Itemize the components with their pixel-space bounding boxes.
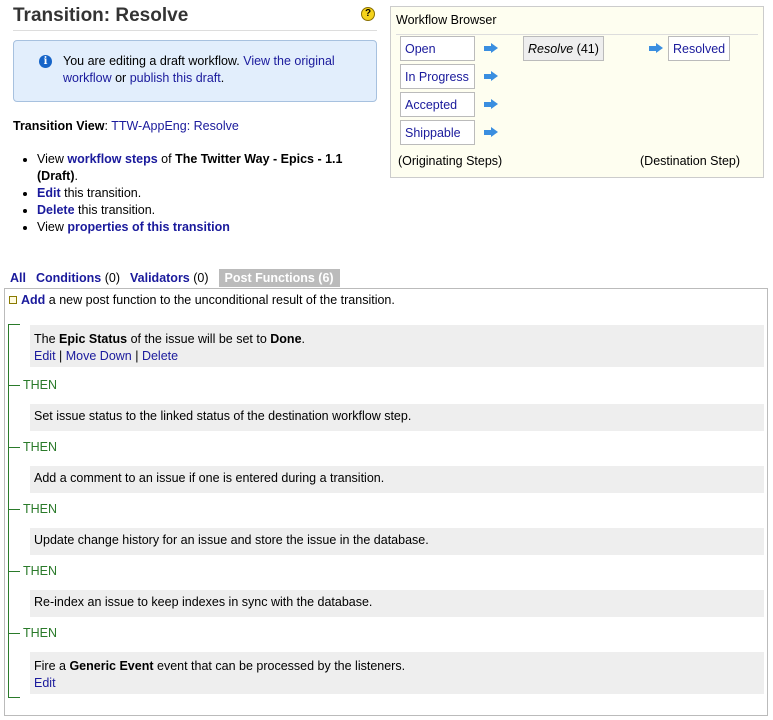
origin-step-open[interactable]: Open — [400, 36, 475, 61]
workflow-browser: Workflow Browser Open In Progress Accept… — [390, 6, 764, 178]
workflow-steps-link[interactable]: workflow steps — [67, 152, 157, 166]
arrow-right-icon — [649, 43, 663, 53]
then-label: THEN — [8, 378, 57, 392]
info-text: or — [115, 71, 127, 85]
transition-view-label: Transition View — [13, 119, 105, 133]
help-icon[interactable]: ? — [361, 7, 375, 21]
tab-validators[interactable]: Validators (0) — [130, 269, 209, 287]
arrow-right-icon — [484, 43, 498, 53]
bullet-square-icon — [9, 296, 17, 304]
action-edit: Edit this transition. — [37, 185, 383, 202]
page-title: Transition: Resolve — [13, 5, 189, 26]
edit-link[interactable]: Edit — [34, 676, 56, 690]
arrow-right-icon — [484, 71, 498, 81]
publish-draft-link[interactable]: publish this draft — [130, 71, 221, 85]
draft-info-message: i You are editing a draft workflow. View… — [13, 40, 377, 102]
tab-post-functions[interactable]: Post Functions (6) — [218, 268, 340, 287]
edit-transition-link[interactable]: Edit — [37, 186, 61, 200]
then-label: THEN — [8, 502, 57, 516]
tab-all[interactable]: All — [10, 269, 26, 287]
action-delete: Delete this transition. — [37, 202, 383, 219]
delete-link[interactable]: Delete — [142, 349, 178, 363]
action-view-steps: View workflow steps of The Twitter Way -… — [37, 151, 383, 185]
destination-step-resolved[interactable]: Resolved — [668, 36, 731, 61]
destination-step-label: (Destination Step) — [640, 154, 741, 168]
info-text: . — [220, 71, 225, 85]
origin-step-accepted[interactable]: Accepted — [400, 92, 475, 117]
originating-steps-label: (Originating Steps) — [398, 154, 503, 168]
action-properties: View properties of this transition — [37, 219, 383, 236]
origin-step-in-progress[interactable]: In Progress — [400, 64, 475, 89]
current-transition: Resolve (41) — [523, 36, 604, 61]
then-label: THEN — [8, 440, 57, 454]
transition-actions: View workflow steps of The Twitter Way -… — [13, 151, 383, 236]
post-function-item: Re-index an issue to keep indexes in syn… — [30, 590, 764, 617]
post-function-item: Add a comment to an issue if one is ente… — [30, 466, 764, 493]
transition-view-link[interactable]: TTW-AppEng: Resolve — [111, 119, 239, 133]
origin-step-shippable[interactable]: Shippable — [400, 120, 475, 145]
delete-transition-link[interactable]: Delete — [37, 203, 75, 217]
post-function-item: Update change history for an issue and s… — [30, 528, 764, 555]
then-label: THEN — [8, 564, 57, 578]
move-down-link[interactable]: Move Down — [66, 349, 132, 363]
add-post-function-link[interactable]: Add — [21, 293, 45, 307]
info-icon: i — [39, 55, 52, 68]
post-functions-panel: Add a new post function to the unconditi… — [4, 288, 768, 716]
arrow-right-icon — [484, 99, 498, 109]
info-text: You are editing a draft workflow. — [63, 54, 240, 68]
post-function-item: Set issue status to the linked status of… — [30, 404, 764, 431]
title-divider — [13, 30, 377, 31]
transition-view: Transition View: TTW-AppEng: Resolve — [13, 119, 239, 133]
workflow-browser-title: Workflow Browser — [396, 13, 497, 27]
arrow-right-icon — [484, 127, 498, 137]
edit-link[interactable]: Edit — [34, 349, 56, 363]
then-label: THEN — [8, 626, 57, 640]
properties-link[interactable]: properties of this transition — [67, 220, 230, 234]
add-post-function: Add a new post function to the unconditi… — [9, 293, 395, 307]
post-function-item: The Epic Status of the issue will be set… — [30, 325, 764, 367]
tab-conditions[interactable]: Conditions (0) — [36, 269, 120, 287]
tabs: All Conditions (0) Validators (0) Post F… — [10, 267, 350, 288]
post-function-item: Fire a Generic Event event that can be p… — [30, 652, 764, 694]
